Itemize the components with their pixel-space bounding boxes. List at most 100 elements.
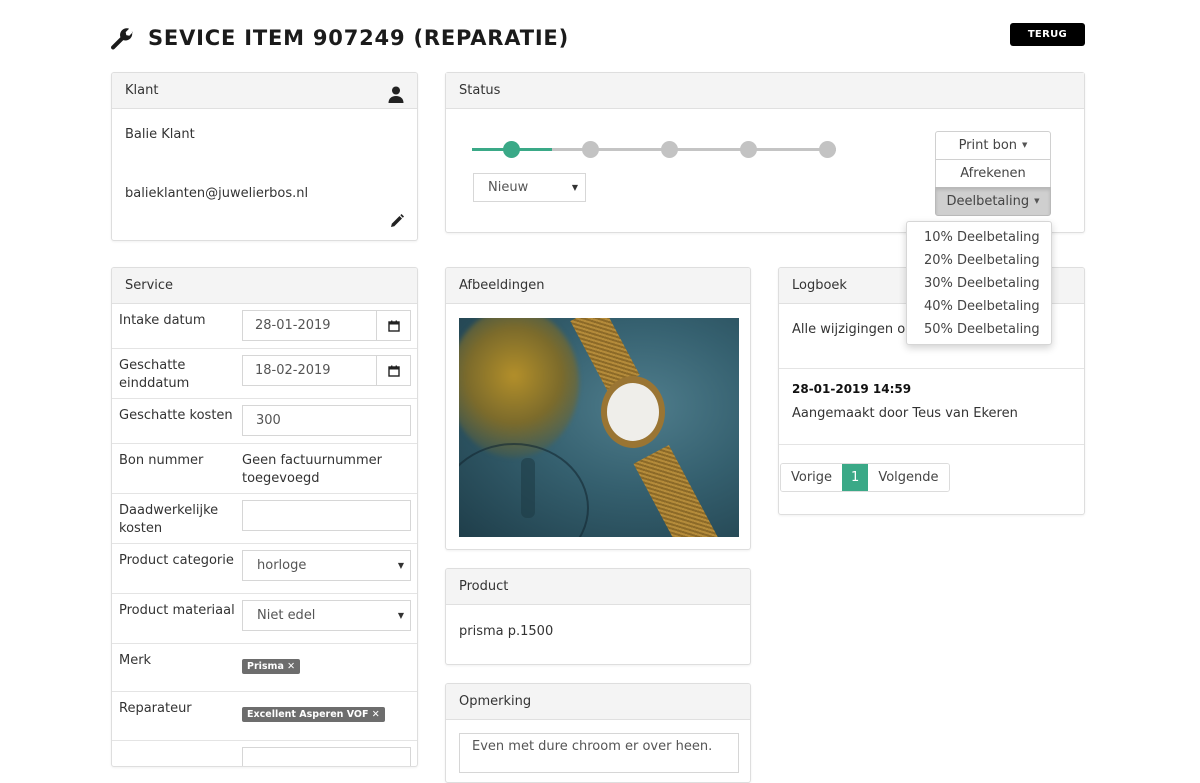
product-material-label: Product materiaal [119, 603, 235, 618]
service-panel-heading: Service [112, 268, 417, 304]
partial-payment-option[interactable]: 30% Deelbetaling [907, 272, 1051, 295]
customer-panel: Klant Balie Klant balieklanten@juwelierb… [111, 72, 418, 241]
product-panel: Product prisma p.1500 [445, 568, 751, 665]
receipt-number-label: Bon nummer [119, 453, 204, 468]
back-button[interactable]: TERUG [1009, 23, 1085, 46]
product-category-select[interactable]: horloge ▼ [242, 550, 411, 581]
service-panel: Service Intake datum 28-01-2019 Geschatt… [111, 267, 418, 767]
images-heading-label: Afbeeldingen [459, 278, 545, 293]
divider [779, 444, 1084, 445]
product-category-value: horloge [257, 558, 307, 573]
remark-textarea[interactable]: Even met dure chroom er over heen. [459, 733, 739, 773]
truncated-row-input[interactable] [242, 747, 411, 766]
wrench-icon [110, 26, 134, 50]
status-select[interactable]: Nieuw ▼ [473, 173, 586, 202]
print-receipt-button[interactable]: Print bon ▼ [935, 131, 1051, 160]
partial-payment-label: Deelbetaling [946, 194, 1030, 209]
partial-payment-option[interactable]: 50% Deelbetaling [907, 318, 1051, 341]
repairer-tag[interactable]: Excellent Asperen VOF ✕ [242, 707, 385, 722]
photo-glass [459, 318, 579, 458]
service-row-actual-cost: Daadwerkelijke kosten [112, 494, 417, 544]
remark-panel: Opmerking Even met dure chroom er over h… [445, 683, 751, 783]
status-panel: Status Nieuw ▼ Print bon ▼ Afrekenen Deel… [445, 72, 1085, 233]
print-receipt-label: Print bon [958, 138, 1018, 153]
calendar-icon[interactable] [377, 311, 410, 340]
images-panel: Afbeeldingen [445, 267, 751, 550]
receipt-number-value: Geen factuurnummer toegevoegd [242, 453, 382, 486]
intake-date-field[interactable]: 28-01-2019 [242, 310, 411, 341]
service-row-estimated-cost: Geschatte kosten 300 [112, 399, 417, 444]
status-heading-label: Status [459, 83, 501, 98]
customer-name: Balie Klant [125, 127, 195, 142]
pencil-icon[interactable] [390, 214, 404, 228]
service-row-intake-date: Intake datum 28-01-2019 [112, 304, 417, 349]
service-row-product-category: Product categorie horloge ▼ [112, 544, 417, 594]
partial-payment-option[interactable]: 40% Deelbetaling [907, 295, 1051, 318]
photo-watch-strap [633, 445, 721, 537]
page-title: SEVICE ITEM 907249 (REPARATIE) [110, 26, 569, 50]
partial-payment-button[interactable]: Deelbetaling ▼ [935, 187, 1051, 216]
status-panel-heading: Status [446, 73, 1084, 109]
log-intro: Alle wijzigingen op [792, 322, 914, 337]
partial-payment-dropdown: 10% Deelbetaling 20% Deelbetaling 30% De… [906, 221, 1052, 345]
service-row-product-material: Product materiaal Niet edel ▼ [112, 594, 417, 644]
status-step-2[interactable] [582, 141, 599, 158]
customer-email: balieklanten@juwelierbos.nl [125, 186, 309, 201]
calendar-icon[interactable] [377, 356, 410, 385]
checkout-label: Afrekenen [960, 166, 1026, 181]
repairer-label: Reparateur [119, 701, 192, 716]
product-panel-heading: Product [446, 569, 750, 605]
end-date-value[interactable]: 18-02-2019 [243, 356, 377, 385]
status-step-3[interactable] [661, 141, 678, 158]
intake-date-value[interactable]: 28-01-2019 [243, 311, 377, 340]
end-date-field[interactable]: 18-02-2019 [242, 355, 411, 386]
brand-label: Merk [119, 653, 152, 668]
divider [779, 368, 1084, 369]
page-header: SEVICE ITEM 907249 (REPARATIE) TERUG [110, 22, 1085, 58]
caret-down-icon: ▼ [397, 611, 404, 620]
log-pagination: Vorige 1 Volgende [780, 463, 950, 492]
partial-payment-option[interactable]: 10% Deelbetaling [907, 226, 1051, 249]
caret-down-icon: ▼ [1022, 141, 1028, 149]
remark-heading-label: Opmerking [459, 694, 532, 709]
status-step-5[interactable] [819, 141, 836, 158]
product-category-label: Product categorie [119, 553, 234, 568]
remark-panel-heading: Opmerking [446, 684, 750, 720]
status-step-1[interactable] [503, 141, 520, 158]
estimated-cost-input[interactable]: 300 [242, 405, 411, 436]
images-panel-heading: Afbeeldingen [446, 268, 750, 304]
log-entry-time: 28-01-2019 14:59 [792, 382, 912, 396]
user-icon [388, 82, 404, 103]
product-material-select[interactable]: Niet edel ▼ [242, 600, 411, 631]
actual-cost-input[interactable] [242, 500, 411, 531]
service-row-repairer: Reparateur Excellent Asperen VOF ✕ [112, 692, 417, 741]
service-heading-label: Service [125, 278, 174, 293]
checkout-button[interactable]: Afrekenen [935, 159, 1051, 188]
brand-tag[interactable]: Prisma ✕ [242, 659, 301, 674]
intake-date-label: Intake datum [119, 313, 206, 328]
partial-payment-option[interactable]: 20% Deelbetaling [907, 249, 1051, 272]
product-value: prisma p.1500 [459, 624, 554, 639]
service-row-end-date: Geschatte einddatum 18-02-2019 [112, 349, 417, 399]
service-row-brand: Merk Prisma ✕ [112, 644, 417, 692]
caret-down-icon: ▼ [397, 561, 404, 570]
action-button-group: Print bon ▼ Afrekenen Deelbetaling ▼ [935, 131, 1051, 216]
product-photo[interactable] [459, 318, 739, 537]
product-material-value: Niet edel [257, 608, 316, 623]
caret-down-icon: ▼ [571, 183, 578, 192]
photo-watch-dial [607, 383, 659, 441]
status-step-4[interactable] [740, 141, 757, 158]
customer-heading-label: Klant [125, 83, 159, 98]
product-heading-label: Product [459, 579, 509, 594]
actual-cost-label: Daadwerkelijke kosten [119, 503, 219, 536]
pagination-next[interactable]: Volgende [868, 464, 949, 491]
pagination-page-1[interactable]: 1 [842, 464, 869, 491]
estimated-cost-label: Geschatte kosten [119, 408, 233, 423]
service-row-receipt-number: Bon nummer Geen factuurnummer toegevoegd [112, 444, 417, 494]
service-row-truncated [112, 741, 417, 766]
page-title-text: SEVICE ITEM 907249 (REPARATIE) [148, 26, 569, 50]
pagination-previous[interactable]: Vorige [781, 464, 843, 491]
end-date-label: Geschatte einddatum [119, 358, 190, 391]
photo-glass-stem [521, 458, 535, 518]
log-heading-label: Logboek [792, 278, 847, 293]
